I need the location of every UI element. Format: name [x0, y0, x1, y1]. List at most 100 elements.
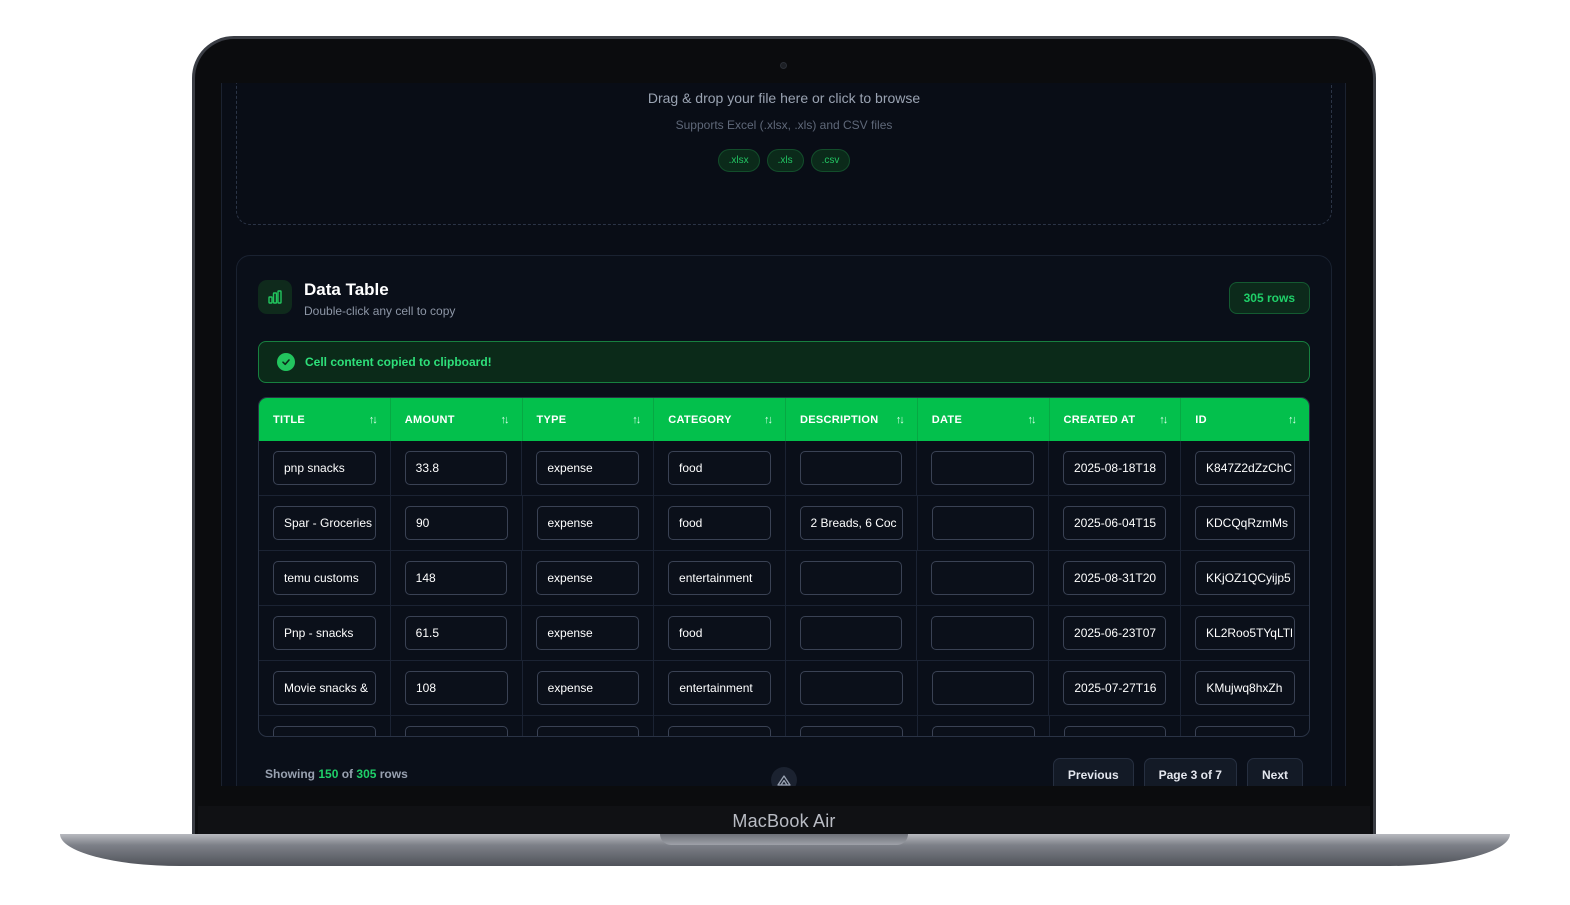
table-cell[interactable]: Pnp - snacks [273, 616, 376, 650]
table-cell[interactable] [931, 506, 1034, 540]
table-cell[interactable]: 61.5 [404, 616, 508, 650]
format-chip-csv: .csv [810, 149, 851, 172]
header-label: ID [1195, 413, 1207, 426]
table-cell[interactable] [536, 726, 640, 736]
table-cell[interactable]: 2025-07-27T16 [1063, 671, 1167, 705]
table-cell[interactable]: expense [536, 671, 640, 705]
table-cell[interactable]: food [668, 451, 771, 485]
table-cell[interactable] [800, 671, 903, 705]
format-chips: .xlsx .xls .csv [237, 149, 1331, 172]
table-cell[interactable]: KMujwq8hxZh [1195, 671, 1296, 705]
table-cell[interactable]: K847Z2dZzChC [1195, 451, 1296, 485]
bar-chart-icon [258, 280, 292, 314]
column-header-title[interactable]: TITLE ↑↓ [259, 398, 391, 441]
sort-icon[interactable]: ↑↓ [1288, 414, 1297, 426]
table-cell[interactable] [273, 726, 376, 736]
table-cell[interactable] [1195, 726, 1295, 736]
header-label: CREATED AT [1063, 413, 1136, 426]
row-count-badge: 305 rows [1228, 282, 1310, 314]
header-label: TYPE [536, 413, 567, 426]
table-cell[interactable]: expense [536, 561, 640, 595]
table-cell[interactable]: entertainment [668, 671, 772, 705]
table-cell[interactable]: 108 [405, 671, 508, 705]
table-cell[interactable] [931, 616, 1035, 650]
column-header-category[interactable]: CATEGORY ↑↓ [654, 398, 786, 441]
table-cell[interactable]: 2025-06-04T15 [1063, 506, 1166, 540]
table-row: Movie snacks & 108 expense entertainment… [259, 661, 1309, 716]
file-dropzone[interactable]: Drag & drop your file here or click to b… [236, 83, 1332, 225]
card-subtitle: Double-click any cell to copy [304, 304, 456, 318]
showing-rows-info: Showing 150 of 305 rows [265, 767, 408, 781]
scroll-up-icon[interactable] [771, 767, 797, 786]
table-cell[interactable]: expense [536, 616, 640, 650]
laptop-notch [660, 834, 908, 845]
sort-icon[interactable]: ↑↓ [501, 414, 510, 426]
table-cell[interactable]: KDCQqRzmMs [1195, 506, 1295, 540]
check-circle-icon [277, 353, 295, 371]
next-button[interactable]: Next [1246, 758, 1303, 786]
table-cell[interactable]: temu customs [273, 561, 376, 595]
data-table[interactable]: TITLE ↑↓ AMOUNT ↑↓ TYPE ↑↓ CATEGORY ↑↓ DESCR… [258, 397, 1310, 737]
copy-toast: Cell content copied to clipboard! [258, 341, 1310, 383]
header-label: DATE [931, 413, 963, 426]
table-cell[interactable]: 90 [405, 506, 508, 540]
sort-icon[interactable]: ↑↓ [764, 414, 773, 426]
column-header-type[interactable]: TYPE ↑↓ [523, 398, 655, 441]
table-row: pnp snacks 33.8 expense food 2025-08-18T… [259, 441, 1309, 496]
table-cell[interactable] [799, 616, 903, 650]
sort-icon[interactable]: ↑↓ [632, 414, 641, 426]
camera-icon [780, 62, 787, 69]
table-cell[interactable] [800, 726, 903, 736]
column-header-created-at[interactable]: CREATED AT ↑↓ [1050, 398, 1182, 441]
table-cell[interactable]: expense [536, 451, 640, 485]
table-cell[interactable] [1063, 726, 1167, 736]
column-header-id[interactable]: ID ↑↓ [1181, 398, 1309, 441]
sort-icon[interactable]: ↑↓ [1028, 414, 1037, 426]
table-cell[interactable] [931, 561, 1035, 595]
table-cell[interactable]: Spar - Groceries [273, 506, 376, 540]
table-cell[interactable]: KKjOZ1QCyijp5 [1195, 561, 1296, 595]
format-chip-xls: .xls [766, 149, 804, 172]
sort-icon[interactable]: ↑↓ [1159, 414, 1168, 426]
table-cell[interactable] [931, 671, 1035, 705]
table-cell[interactable] [799, 451, 903, 485]
previous-button[interactable]: Previous [1052, 758, 1134, 786]
format-chip-xlsx: .xlsx [717, 149, 760, 172]
table-row: temu customs 148 expense entertainment 2… [259, 551, 1309, 606]
header-label: AMOUNT [404, 413, 455, 426]
table-cell[interactable] [931, 726, 1035, 736]
table-cell[interactable]: 2025-08-18T18 [1063, 451, 1167, 485]
screen: Drag & drop your file here or click to b… [221, 83, 1346, 786]
sort-icon[interactable]: ↑↓ [896, 414, 905, 426]
dropzone-subtitle: Supports Excel (.xlsx, .xls) and CSV fil… [675, 118, 893, 132]
table-cell[interactable]: entertainment [668, 561, 771, 595]
table-cell[interactable]: 2 Breads, 6 Coc [799, 506, 903, 540]
header-label: TITLE [273, 413, 306, 426]
table-cell[interactable]: expense [536, 506, 639, 540]
header-label: DESCRIPTION [800, 413, 879, 426]
laptop-chin: MacBook Air [198, 806, 1370, 836]
table-cell[interactable] [404, 726, 508, 736]
table-cell[interactable] [668, 726, 771, 736]
table-cell[interactable] [799, 561, 903, 595]
table-cell[interactable] [931, 451, 1035, 485]
table-cell[interactable]: food [668, 506, 771, 540]
column-header-amount[interactable]: AMOUNT ↑↓ [391, 398, 523, 441]
table-cell[interactable]: food [668, 616, 771, 650]
sort-icon[interactable]: ↑↓ [369, 414, 378, 426]
table-cell[interactable]: Movie snacks & [273, 671, 376, 705]
table-cell[interactable]: 2025-06-23T07 [1063, 616, 1167, 650]
table-cell[interactable]: 2025-08-31T20 [1063, 561, 1167, 595]
column-header-description[interactable]: DESCRIPTION ↑↓ [786, 398, 918, 441]
table-cell[interactable]: 148 [404, 561, 508, 595]
column-header-date[interactable]: DATE ↑↓ [918, 398, 1050, 441]
table-cell[interactable]: 33.8 [404, 451, 508, 485]
table-row: Pnp - snacks 61.5 expense food 2025-06-2… [259, 606, 1309, 661]
device-label: MacBook Air [732, 810, 836, 831]
total-count: 305 [356, 767, 377, 781]
pagination: Previous Page 3 of 7 Next [1052, 758, 1303, 786]
table-cell[interactable]: KL2Roo5TYqLTl [1195, 616, 1296, 650]
data-table-card: Data Table Double-click any cell to copy… [236, 255, 1332, 786]
table-cell[interactable]: pnp snacks [273, 451, 376, 485]
table-row-partial [259, 716, 1309, 736]
